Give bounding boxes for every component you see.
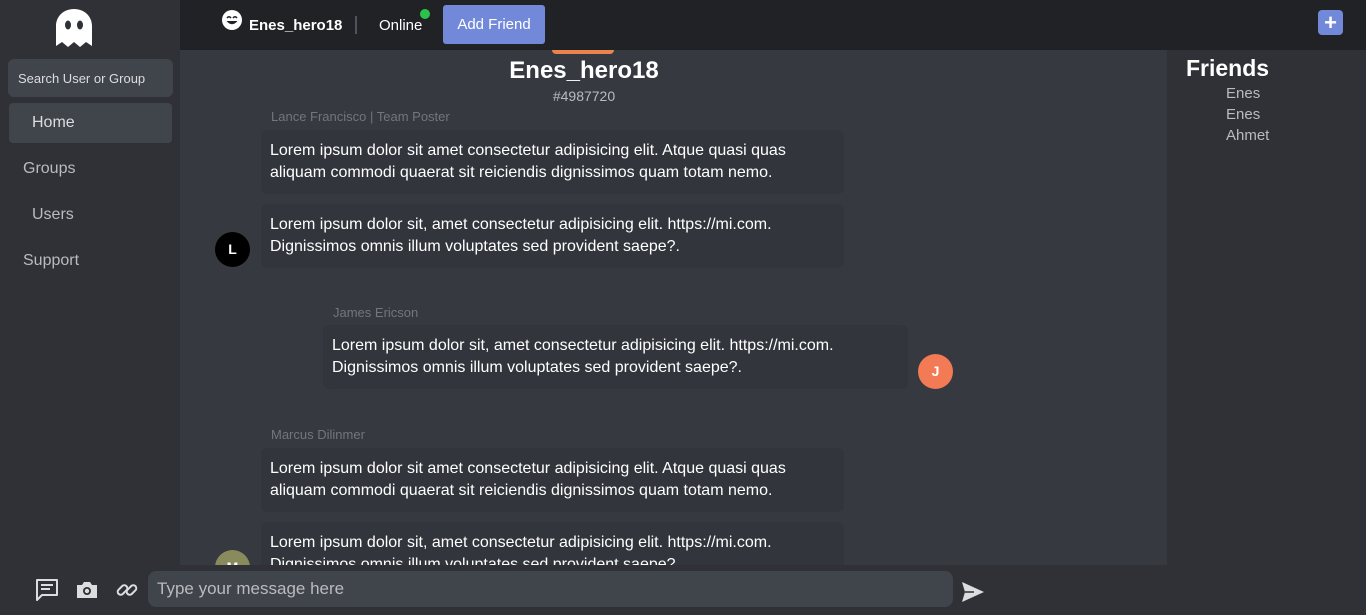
- message-sender: Marcus Dilinmer: [271, 427, 365, 442]
- friends-title: Friends: [1186, 55, 1270, 81]
- top-bar: Enes_hero18 Online Add Friend +: [180, 0, 1366, 50]
- send-icon[interactable]: [961, 581, 985, 603]
- sidebar-item-home[interactable]: Home: [9, 103, 172, 143]
- sidebar: Search User or Group Home Groups Users S…: [0, 0, 180, 565]
- friend-item[interactable]: Enes: [1226, 85, 1260, 102]
- camera-icon[interactable]: [75, 578, 99, 602]
- avatar[interactable]: J: [918, 354, 953, 389]
- message-sender: James Ericson: [333, 305, 419, 320]
- avatar[interactable]: M: [215, 550, 250, 565]
- link-icon[interactable]: [115, 578, 139, 602]
- smile-icon: [222, 10, 242, 30]
- message-icon[interactable]: [35, 578, 59, 602]
- status-text: Online: [379, 17, 423, 34]
- sidebar-item-groups[interactable]: Groups: [9, 149, 172, 189]
- message-bubble: Lorem ipsum dolor sit, amet consectetur …: [323, 325, 908, 389]
- message-bubble: Lorem ipsum dolor sit, amet consectetur …: [261, 522, 844, 565]
- online-indicator: [420, 9, 430, 19]
- sidebar-item-users[interactable]: Users: [9, 195, 172, 235]
- message-composer: [0, 565, 1366, 615]
- friend-item[interactable]: Ahmet: [1226, 127, 1269, 144]
- current-username: Enes_hero18: [249, 17, 343, 34]
- friend-item[interactable]: Enes: [1226, 106, 1260, 123]
- message-bubble: Lorem ipsum dolor sit amet consectetur a…: [261, 448, 844, 512]
- chat-title: Enes_hero18: [509, 57, 659, 84]
- message-sender: Lance Francisco | Team Poster: [271, 109, 450, 124]
- chat-area: Enes_hero18 #4987720 Lance Francisco | T…: [180, 50, 1167, 565]
- add-friend-button[interactable]: Add Friend: [443, 5, 545, 44]
- sidebar-item-support[interactable]: Support: [9, 241, 172, 281]
- message-bubble: Lorem ipsum dolor sit, amet consectetur …: [261, 204, 844, 268]
- friends-panel: Friends Enes Enes Ahmet: [1167, 50, 1366, 565]
- search-input[interactable]: Search User or Group: [8, 59, 173, 97]
- plus-square-icon[interactable]: +: [1318, 10, 1343, 35]
- chat-tag: #4987720: [552, 88, 616, 104]
- divider: [355, 16, 357, 34]
- profile-banner: [552, 50, 614, 54]
- ghost-logo-icon[interactable]: [55, 8, 93, 48]
- avatar[interactable]: L: [215, 232, 250, 267]
- message-bubble: Lorem ipsum dolor sit amet consectetur a…: [261, 130, 844, 194]
- message-input[interactable]: [148, 571, 953, 607]
